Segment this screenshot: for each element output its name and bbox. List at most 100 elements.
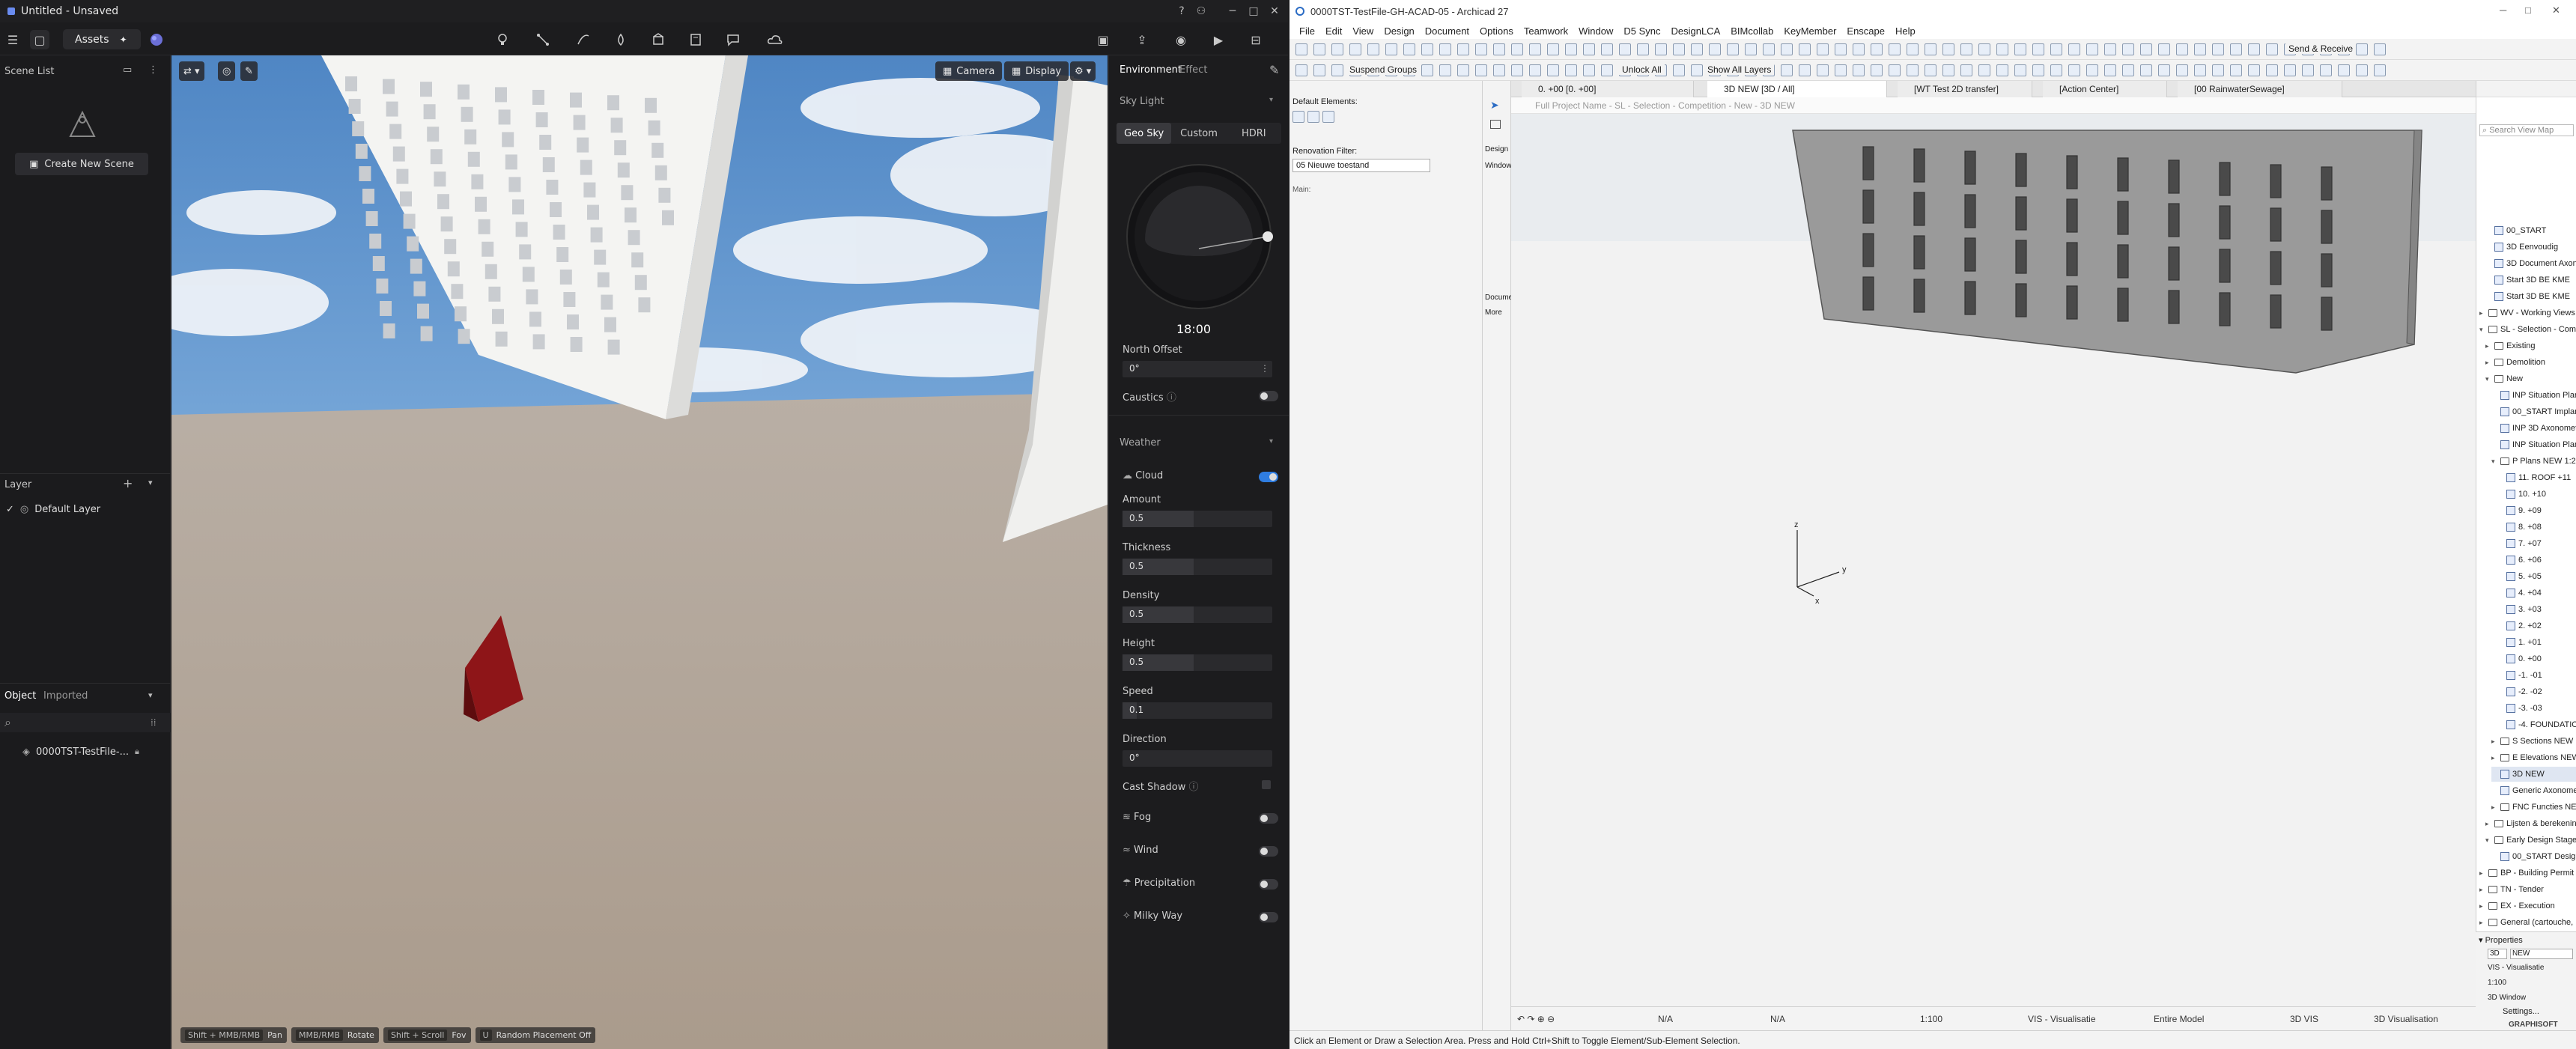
- hdri-option[interactable]: HDRI: [1227, 123, 1281, 144]
- undo-zoom-icon[interactable]: ↶ ↷ ⊕ ⊖: [1517, 1014, 1555, 1024]
- view-map-item[interactable]: ▸ TN - Tender: [2479, 882, 2576, 897]
- menu-icon[interactable]: ☰: [3, 30, 22, 49]
- help-icon[interactable]: ?: [1171, 0, 1192, 22]
- toolbar-icon[interactable]: [2302, 64, 2314, 76]
- toolbar-icon[interactable]: [2050, 64, 2062, 76]
- toolbar-icon[interactable]: [2176, 43, 2188, 55]
- sun-dial[interactable]: [1123, 160, 1275, 313]
- menu-item[interactable]: Document: [1420, 25, 1474, 37]
- expand-icon[interactable]: ▸: [2479, 309, 2485, 317]
- toolbar-icon[interactable]: [1565, 64, 1577, 76]
- path-icon[interactable]: [533, 30, 553, 49]
- menu-item[interactable]: Edit: [1320, 25, 1347, 37]
- toolbar-icon[interactable]: [1385, 43, 1397, 55]
- view-map-item[interactable]: 6. +06: [2497, 553, 2576, 568]
- slab-icon[interactable]: [1307, 111, 1319, 123]
- view-map-item[interactable]: -3. -03: [2497, 701, 2576, 716]
- view-id-field[interactable]: 3D: [2488, 949, 2507, 959]
- toolbar-icon[interactable]: [1601, 43, 1613, 55]
- expand-icon[interactable]: ▸: [2491, 738, 2497, 746]
- weather-toggle[interactable]: [1259, 846, 1278, 857]
- view-map-item[interactable]: ▸ WV - Working Views: [2479, 305, 2576, 320]
- expand-icon[interactable]: ▸: [2479, 919, 2485, 927]
- expand-icon[interactable]: ▸: [2479, 902, 2485, 910]
- slider-input[interactable]: 0.1: [1123, 702, 1272, 719]
- toolbar-icon[interactable]: [2320, 64, 2332, 76]
- pen-icon[interactable]: ✎: [240, 61, 258, 81]
- view-map-item[interactable]: 8. +08: [2497, 520, 2576, 535]
- camera-button[interactable]: ▦ Camera: [935, 61, 1003, 81]
- collapse-icon[interactable]: ▾: [1269, 96, 1273, 104]
- view-map-item[interactable]: 0. +00: [2497, 651, 2576, 666]
- toolbar-icon[interactable]: [1960, 43, 1972, 55]
- menu-item[interactable]: Design: [1379, 25, 1419, 37]
- globe-icon[interactable]: [147, 30, 166, 49]
- toolbar-icon[interactable]: [1745, 43, 1757, 55]
- toolbar-icon[interactable]: [2086, 64, 2098, 76]
- effect-tab[interactable]: Effect: [1179, 64, 1207, 76]
- toolbar-icon[interactable]: [2104, 64, 2116, 76]
- toolbar-icon[interactable]: [2194, 64, 2206, 76]
- camera-render-icon[interactable]: ◉: [1171, 30, 1191, 49]
- menu-item[interactable]: Window: [1573, 25, 1618, 37]
- add-scene-icon[interactable]: ▭: [123, 64, 132, 76]
- toolbar-icon[interactable]: [1709, 43, 1721, 55]
- expand-icon[interactable]: ▸: [2479, 869, 2485, 878]
- view-map-item[interactable]: ▸ Existing: [2485, 338, 2576, 353]
- arrow-tool-icon[interactable]: ➤: [1490, 99, 1499, 112]
- maximize-button[interactable]: □: [2525, 4, 2531, 16]
- toolbar-icon[interactable]: [1547, 64, 1559, 76]
- view-map-item[interactable]: ▾ P Plans NEW 1:20: [2491, 454, 2576, 469]
- view-map-item[interactable]: INP Situation Plan: [2491, 437, 2576, 452]
- toolbar-icon[interactable]: [2356, 64, 2368, 76]
- expand-icon[interactable]: ▾: [2491, 457, 2497, 466]
- toolbar-icon[interactable]: [1673, 43, 1685, 55]
- view-map-item[interactable]: 2. +02: [2497, 618, 2576, 633]
- menu-item[interactable]: Options: [1474, 25, 1519, 37]
- properties-header[interactable]: ▾ Properties: [2479, 935, 2523, 945]
- toolbar-icon[interactable]: [1996, 43, 2008, 55]
- toolbar-icon[interactable]: [1493, 43, 1505, 55]
- toolbar-icon[interactable]: [1817, 64, 1829, 76]
- toolbar-icon[interactable]: [1853, 43, 1865, 55]
- view-map-item[interactable]: -1. -01: [2497, 668, 2576, 683]
- view-map-item[interactable]: ▸ EX - Execution: [2479, 899, 2576, 913]
- view-map-item[interactable]: 5. +05: [2497, 569, 2576, 584]
- toolbar-icon[interactable]: [1835, 43, 1847, 55]
- menu-item[interactable]: D5 Sync: [1618, 25, 1665, 37]
- design-group[interactable]: Design: [1485, 145, 1508, 153]
- toolbar-icon[interactable]: [2032, 64, 2044, 76]
- project-icon[interactable]: ▢: [30, 30, 49, 49]
- view-map-item[interactable]: 1. +01: [2497, 635, 2576, 650]
- view-map-item[interactable]: 3D NEW: [2491, 767, 2576, 782]
- toolbar-icon[interactable]: [2140, 43, 2152, 55]
- north-offset-input[interactable]: 0° ⋮: [1123, 361, 1272, 377]
- toolbar-icon[interactable]: [1583, 64, 1595, 76]
- toolbar-icon[interactable]: [1942, 43, 1954, 55]
- element-icons[interactable]: [1292, 111, 1412, 133]
- pin-icon[interactable]: ✎: [1269, 63, 1279, 77]
- toolbar-icon[interactable]: [1565, 43, 1577, 55]
- toolbar-icon[interactable]: [1835, 64, 1847, 76]
- toolbar-icon[interactable]: [1439, 64, 1451, 76]
- toolbar-icon[interactable]: [2050, 43, 2062, 55]
- slider-input[interactable]: 0°: [1123, 750, 1272, 767]
- toolbar-icon[interactable]: [1403, 43, 1415, 55]
- send-receive-button[interactable]: Send & Receive: [2285, 43, 2357, 54]
- toolbar-icon[interactable]: [1727, 43, 1739, 55]
- viewport-mode-button[interactable]: ⇄ ▾: [179, 61, 204, 81]
- toolbar-icon[interactable]: [1889, 64, 1901, 76]
- toolbar-icon[interactable]: [1295, 64, 1307, 76]
- window-group[interactable]: Window: [1485, 162, 1512, 170]
- style-select[interactable]: 3D Visualisation: [2374, 1014, 2438, 1024]
- toolbar-icon[interactable]: [2104, 43, 2116, 55]
- custom-option[interactable]: Custom: [1171, 123, 1226, 144]
- layer-row[interactable]: ✓ ◎ Default Layer: [0, 500, 171, 518]
- display-button[interactable]: ▦ Display: [1004, 61, 1069, 81]
- north-more-icon[interactable]: ⋮: [1260, 363, 1269, 374]
- view-map-item[interactable]: Generic Axonome: [2491, 783, 2576, 798]
- view-select[interactable]: 3D VIS: [2290, 1014, 2318, 1024]
- toolbar-icon[interactable]: [2338, 64, 2350, 76]
- toolbar-icon[interactable]: [1331, 64, 1343, 76]
- view-map-item[interactable]: Start 3D BE KME: [2485, 289, 2576, 304]
